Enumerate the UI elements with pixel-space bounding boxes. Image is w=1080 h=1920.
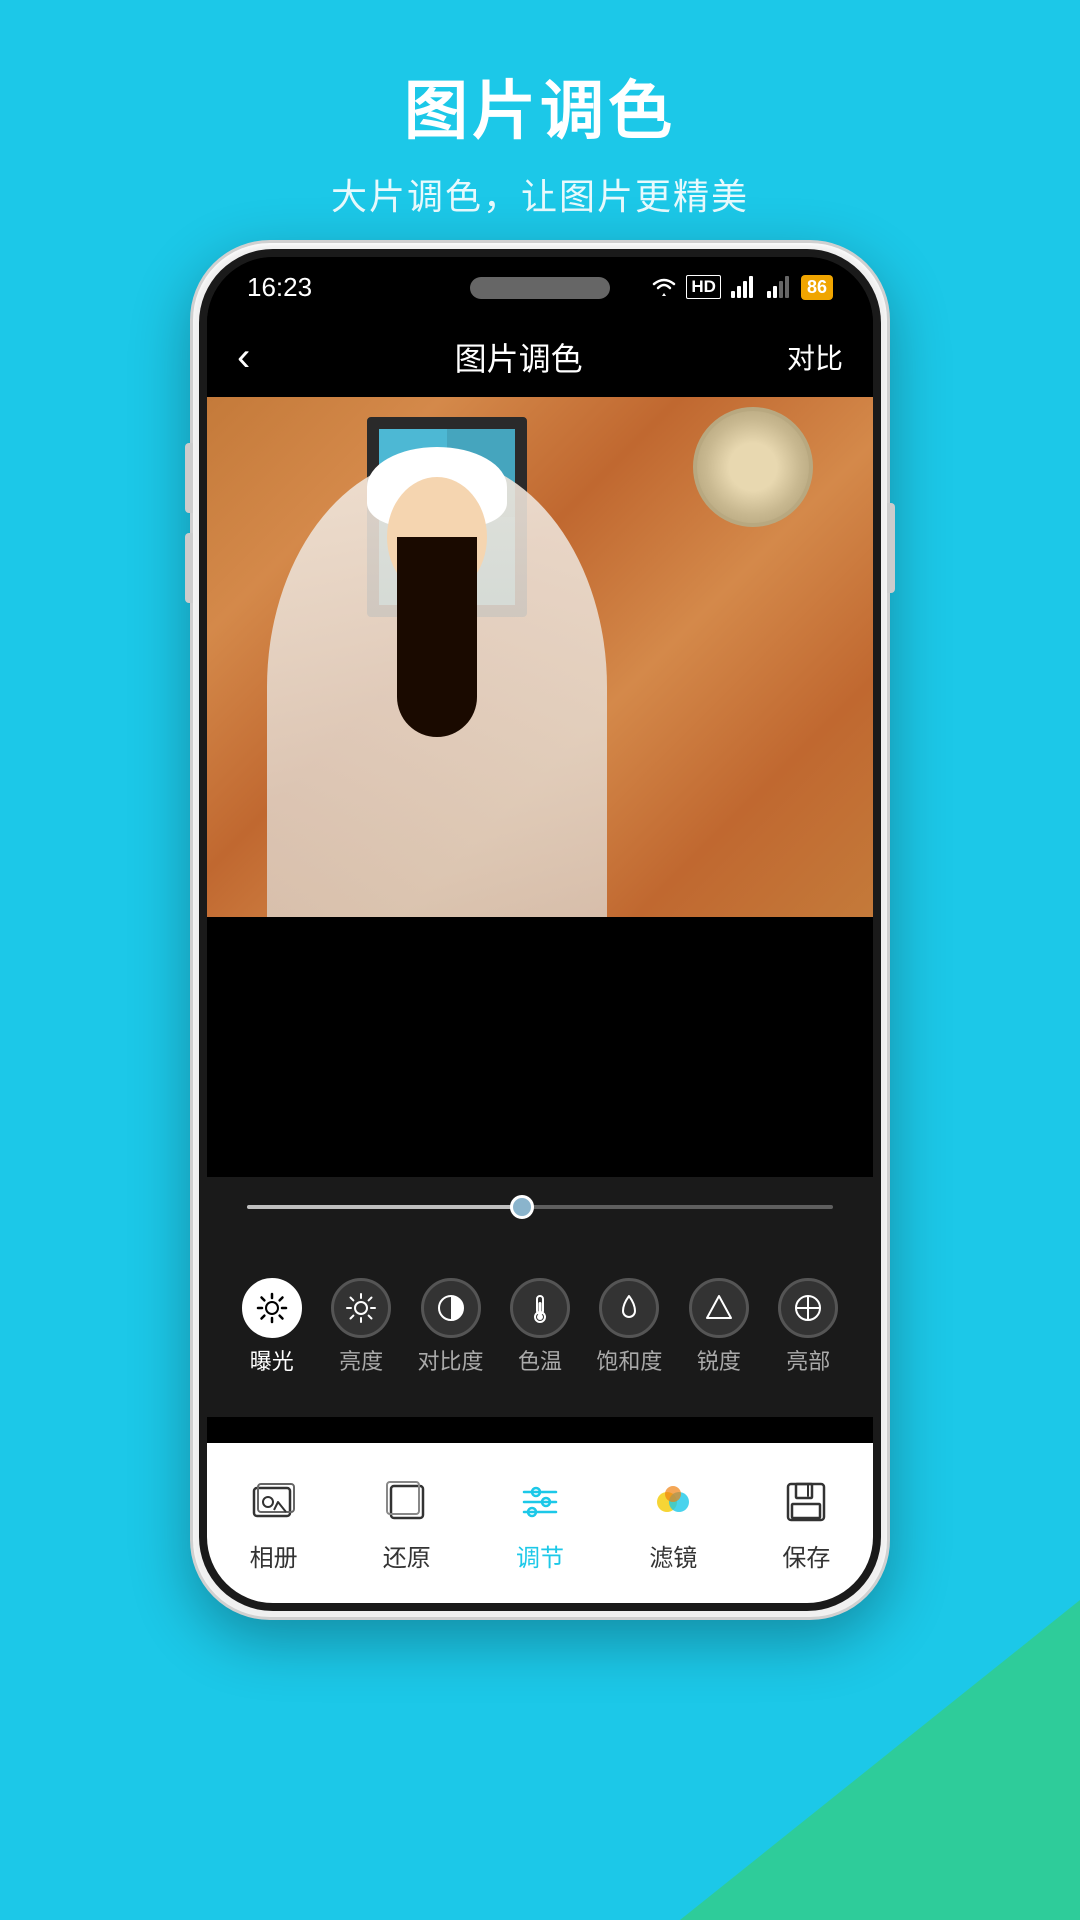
tool-sharpness-icon-wrap	[689, 1278, 749, 1338]
tool-temperature-label: 色温	[518, 1348, 562, 1377]
slider-fill	[247, 1205, 522, 1209]
tool-sharpness[interactable]: 锐度	[674, 1278, 763, 1377]
tool-highlight[interactable]: 亮部	[764, 1278, 853, 1377]
page-title: 图片调色	[0, 60, 1080, 152]
tool-exposure[interactable]: 曝光	[227, 1278, 316, 1377]
tool-highlight-icon-wrap	[778, 1278, 838, 1338]
slider-track[interactable]	[247, 1205, 833, 1209]
reset-icon	[379, 1474, 435, 1530]
volume-up-button	[185, 443, 193, 513]
tool-saturation-icon-wrap	[599, 1278, 659, 1338]
highlight-icon	[792, 1292, 824, 1324]
signal-4g-icon	[729, 275, 757, 299]
photo-hair	[397, 537, 477, 737]
photo-edit-area	[207, 397, 873, 917]
tool-exposure-label: 曝光	[250, 1348, 294, 1377]
brightness-icon	[345, 1292, 377, 1324]
photo-person	[267, 457, 607, 917]
phone-screen: 16:23 HD	[207, 257, 873, 1603]
exposure-icon	[256, 1292, 288, 1324]
filter-svg	[647, 1476, 699, 1528]
temperature-icon	[524, 1292, 556, 1324]
hd-badge: HD	[686, 275, 721, 299]
power-button	[887, 503, 895, 593]
tool-brightness[interactable]: 亮度	[316, 1278, 405, 1377]
tool-highlight-label: 亮部	[786, 1348, 830, 1377]
adjust-icon	[512, 1474, 568, 1530]
tool-temperature-icon-wrap	[510, 1278, 570, 1338]
status-icons: HD	[650, 275, 833, 300]
photo-fan-decoration	[693, 407, 813, 527]
nav-adjust-label: 调节	[516, 1538, 564, 1573]
album-icon	[246, 1474, 302, 1530]
phone-outer-shell: 16:23 HD	[190, 240, 890, 1620]
adjustment-slider-area[interactable]	[207, 1177, 873, 1237]
signal-2g-icon	[765, 275, 793, 299]
tool-brightness-icon-wrap	[331, 1278, 391, 1338]
tool-sharpness-label: 锐度	[697, 1348, 741, 1377]
nav-reset-label: 还原	[383, 1538, 431, 1573]
tool-saturation[interactable]: 饱和度	[585, 1278, 674, 1377]
app-header: ‹ 图片调色 对比	[207, 317, 873, 397]
save-svg	[780, 1476, 832, 1528]
page-subtitle: 大片调色，让图片更精美	[0, 168, 1080, 220]
contrast-icon	[435, 1292, 467, 1324]
tool-saturation-label: 饱和度	[596, 1348, 662, 1377]
status-time: 16:23	[247, 272, 312, 303]
nav-save[interactable]: 保存	[740, 1474, 873, 1573]
wifi-icon	[650, 275, 678, 299]
compare-button[interactable]: 对比	[787, 337, 843, 377]
photo-background	[207, 397, 873, 917]
tool-temperature[interactable]: 色温	[495, 1278, 584, 1377]
saturation-icon	[613, 1292, 645, 1324]
nav-filter[interactable]: 滤镜	[607, 1474, 740, 1573]
tool-exposure-icon-wrap	[242, 1278, 302, 1338]
tool-contrast-circle	[421, 1278, 481, 1338]
sharpness-icon	[703, 1292, 735, 1324]
nav-filter-label: 滤镜	[649, 1538, 697, 1573]
tool-sharpness-circle	[689, 1278, 749, 1338]
nav-adjust[interactable]: 调节	[473, 1474, 606, 1573]
reset-svg	[381, 1476, 433, 1528]
tools-bar: 曝光	[207, 1237, 873, 1417]
tool-brightness-circle	[331, 1278, 391, 1338]
page-title-area: 图片调色 大片调色，让图片更精美	[0, 60, 1080, 220]
tool-contrast[interactable]: 对比度	[406, 1278, 495, 1377]
phone-mockup: 16:23 HD	[190, 240, 890, 1620]
battery-icon: 86	[801, 275, 833, 300]
back-button[interactable]: ‹	[237, 335, 250, 380]
tool-contrast-icon-wrap	[421, 1278, 481, 1338]
nav-album[interactable]: 相册	[207, 1474, 340, 1573]
slider-thumb[interactable]	[510, 1195, 534, 1219]
nav-save-label: 保存	[782, 1538, 830, 1573]
nav-reset[interactable]: 还原	[340, 1474, 473, 1573]
tool-brightness-label: 亮度	[339, 1348, 383, 1377]
volume-down-button	[185, 533, 193, 603]
tool-exposure-circle	[242, 1278, 302, 1338]
tool-contrast-label: 对比度	[418, 1348, 484, 1377]
speaker	[470, 277, 610, 299]
tool-saturation-circle	[599, 1278, 659, 1338]
app-header-title: 图片调色	[455, 334, 583, 380]
album-svg	[248, 1476, 300, 1528]
adjust-svg	[514, 1476, 566, 1528]
tool-highlight-circle	[778, 1278, 838, 1338]
bottom-navigation: 相册 还原	[207, 1443, 873, 1603]
filter-icon	[645, 1474, 701, 1530]
nav-album-label: 相册	[250, 1538, 298, 1573]
tool-temperature-circle	[510, 1278, 570, 1338]
save-icon	[778, 1474, 834, 1530]
